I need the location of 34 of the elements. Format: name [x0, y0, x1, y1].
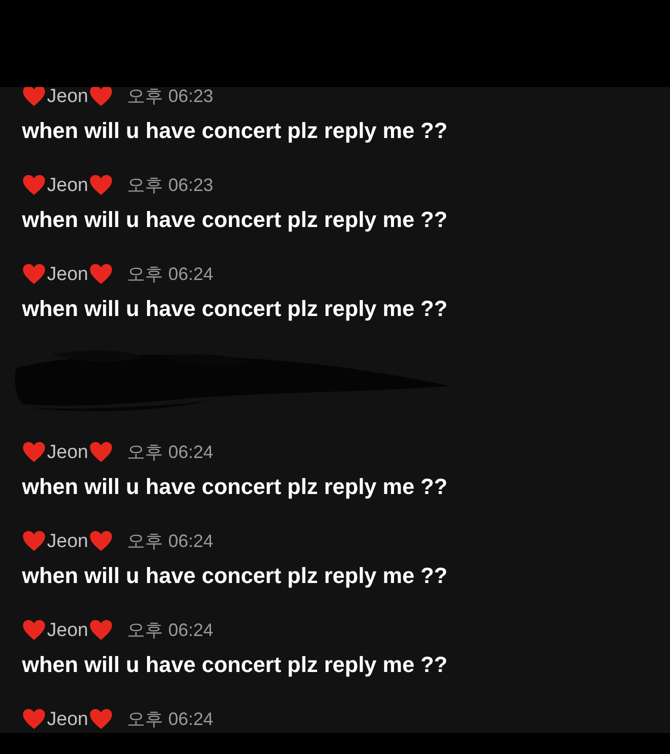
sender-name: Jeon: [47, 620, 88, 640]
message-time: 오후 06:24: [127, 532, 214, 550]
message-time: 오후 06:24: [127, 710, 214, 728]
message-time: 오후 06:24: [127, 265, 214, 283]
heart-icon: [89, 441, 114, 463]
message-time: 오후 06:24: [127, 443, 214, 461]
message-time: 오후 06:24: [127, 621, 214, 639]
sender-name: Jeon: [47, 710, 88, 728]
message-time: 오후 06:23: [127, 87, 214, 105]
heart-icon: [22, 708, 46, 730]
heart-icon: [22, 263, 46, 285]
sender-name: Jeon: [47, 532, 88, 550]
sender-name: Jeon: [47, 442, 88, 462]
message-text: when will u have concert plz reply me ??: [22, 562, 448, 590]
heart-icon: [22, 619, 46, 641]
heart-icon: [89, 619, 114, 641]
message-text: when will u have concert plz reply me ??: [22, 472, 448, 501]
message-text: when will u have concert plz reply me ??: [22, 294, 448, 323]
message-text: when will u have concert plz reply me ??: [22, 206, 448, 234]
heart-icon: [89, 174, 114, 196]
heart-icon: [22, 441, 46, 463]
sender-name: Jeon: [47, 264, 88, 284]
heart-icon: [22, 174, 46, 196]
message-text: when will u have concert plz reply me ??: [22, 650, 448, 679]
sender-name: Jeon: [47, 87, 88, 106]
message-text: when will u have concert plz reply me ??: [22, 116, 448, 145]
heart-icon: [89, 530, 114, 552]
sender-name: Jeon: [47, 176, 88, 194]
message-time: 오후 06:23: [127, 176, 214, 194]
heart-icon: [22, 530, 46, 552]
heart-icon: [22, 87, 46, 107]
heart-icon: [89, 87, 114, 107]
heart-icon: [89, 263, 114, 285]
heart-icon: [89, 708, 114, 730]
